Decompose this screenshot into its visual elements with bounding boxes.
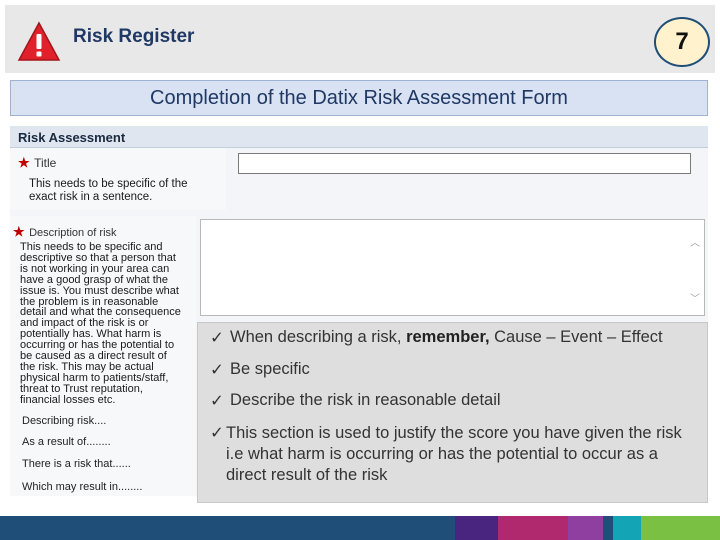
- footer-segment: [455, 516, 498, 540]
- description-help-line: financial losses etc.: [20, 393, 116, 406]
- checkmark-icon: ✓: [210, 361, 224, 379]
- bullet-text-suffix: Cause – Event – Effect: [489, 328, 663, 346]
- guidance-bullet: ✓ This section is used to justify the sc…: [210, 423, 700, 486]
- required-star-icon: ★: [18, 155, 30, 170]
- description-label: ★ Description of risk: [13, 223, 117, 241]
- prompt-as-a-result: As a result of........: [22, 436, 111, 448]
- footer-segment: [603, 516, 613, 540]
- bullet-text-prefix: When describing a risk,: [230, 328, 407, 346]
- prompt-describing-risk: Describing risk....: [22, 415, 107, 427]
- scroll-up-icon[interactable]: ︿: [690, 234, 700, 249]
- description-help-line: issue is. You must describe what: [20, 284, 179, 297]
- title-help-line: This needs to be specific of the: [29, 178, 188, 190]
- footer-segment: [641, 516, 720, 540]
- guidance-bullet: ✓ Describe the risk in reasonable detail: [210, 391, 501, 411]
- guidance-bullet-text: Describe the risk in reasonable detail: [230, 391, 501, 409]
- checkmark-icon: ✓: [210, 392, 224, 410]
- description-help-text: This needs to be specific and descriptiv…: [20, 242, 181, 406]
- title-label: ★ Title: [18, 154, 56, 172]
- footer-segment: [498, 516, 568, 540]
- description-label-text: Description of risk: [29, 227, 117, 239]
- page-number-badge: 7: [654, 17, 710, 67]
- checkmark-icon: ✓: [210, 424, 224, 442]
- checkmark-icon: ✓: [210, 329, 224, 347]
- slide-subtitle: Completion of the Datix Risk Assessment …: [10, 80, 708, 116]
- prompt-which-may-result: Which may result in........: [22, 481, 143, 493]
- title-input[interactable]: [238, 153, 691, 174]
- scroll-down-icon[interactable]: ﹀: [690, 290, 700, 305]
- guidance-bullet: ✓ When describing a risk, remember, Caus…: [210, 328, 663, 348]
- footer-segment: [613, 516, 641, 540]
- description-textarea[interactable]: [200, 219, 705, 316]
- warning-icon: [17, 21, 61, 61]
- title-help-text: This needs to be specific of the exact r…: [29, 178, 188, 204]
- guidance-callout: ✓ When describing a risk, remember, Caus…: [197, 322, 708, 503]
- title-label-text: Title: [34, 156, 57, 170]
- required-star-icon: ★: [13, 224, 25, 239]
- guidance-bullet: ✓ Be specific: [210, 360, 310, 380]
- form-section-title: Risk Assessment: [10, 126, 708, 148]
- slide-header: Risk Register 7: [5, 5, 715, 73]
- footer-segment: [568, 516, 603, 540]
- title-help-line: exact risk in a sentence.: [29, 191, 153, 203]
- header-title: Risk Register: [73, 26, 195, 47]
- guidance-bullet-text: When describing a risk, remember, Cause …: [230, 328, 663, 348]
- bullet-text-emphasis: remember,: [406, 328, 490, 346]
- footer-segment: [0, 516, 455, 540]
- guidance-bullet-text: This section is used to justify the scor…: [226, 424, 682, 484]
- footer-color-band: [0, 516, 720, 540]
- prompt-there-is-a-risk: There is a risk that......: [22, 458, 131, 470]
- guidance-bullet-text: Be specific: [230, 360, 310, 378]
- description-help-line: have a good grasp of what the: [20, 273, 168, 286]
